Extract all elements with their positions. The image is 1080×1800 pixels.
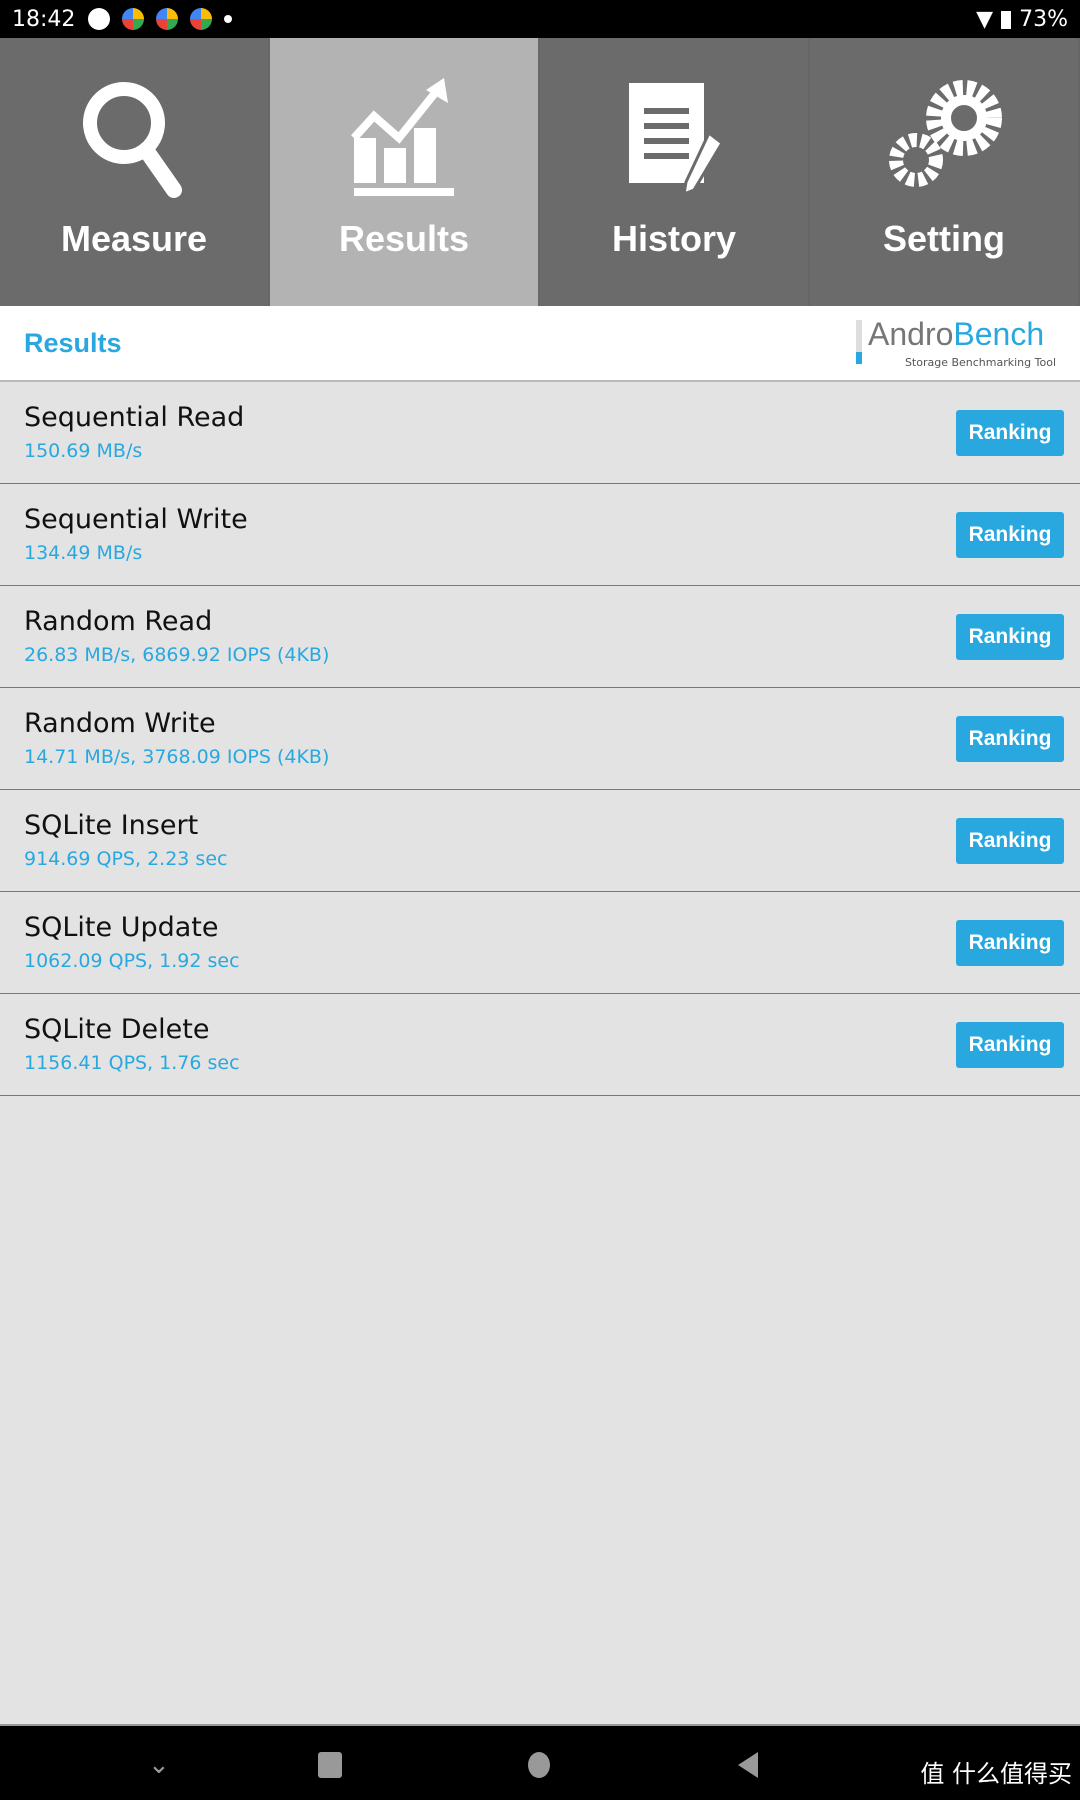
- result-value: 14.71 MB/s, 3768.09 IOPS (4KB): [24, 746, 330, 768]
- result-value: 150.69 MB/s: [24, 440, 143, 462]
- gear-icon: [889, 80, 1002, 187]
- clock: 18:42: [12, 7, 76, 32]
- ranking-button[interactable]: Ranking: [956, 920, 1064, 966]
- app-icon: [156, 8, 178, 30]
- ranking-button[interactable]: Ranking: [956, 818, 1064, 864]
- app-icon: [190, 8, 212, 30]
- result-value: 134.49 MB/s: [24, 542, 143, 564]
- result-value: 1156.41 QPS, 1.76 sec: [24, 1052, 240, 1074]
- result-row: SQLite Delete 1156.41 QPS, 1.76 sec Rankin…: [0, 994, 1080, 1096]
- battery-icon: [1001, 10, 1012, 29]
- result-name: Random Write: [24, 708, 216, 739]
- tab-results[interactable]: Results: [270, 38, 540, 306]
- tab-label: History: [611, 218, 737, 259]
- tab-label: Results: [338, 218, 470, 259]
- logo-tagline: Storage Benchmarking Tool: [904, 356, 1056, 369]
- app-icon: [122, 8, 144, 30]
- ranking-button[interactable]: Ranking: [956, 716, 1064, 762]
- result-name: SQLite Delete: [24, 1014, 210, 1045]
- tab-history[interactable]: History: [540, 38, 810, 306]
- chart-icon: [351, 78, 454, 196]
- result-row: Sequential Write 134.49 MB/s Ranking: [0, 484, 1080, 586]
- watermark: 值 什么值得买: [920, 1760, 1072, 1788]
- home-icon[interactable]: [528, 1752, 550, 1778]
- page-title: Results: [24, 328, 122, 358]
- tab-measure[interactable]: Measure: [0, 38, 270, 306]
- result-value: 26.83 MB/s, 6869.92 IOPS (4KB): [24, 644, 330, 666]
- result-row: SQLite Insert 914.69 QPS, 2.23 sec Ranking: [0, 790, 1080, 892]
- recents-icon[interactable]: [318, 1752, 342, 1778]
- logo-text: Bench: [953, 316, 1045, 352]
- status-bar: 18:42 ▼ 73%: [0, 0, 1080, 38]
- ranking-button[interactable]: Ranking: [956, 1022, 1064, 1068]
- more-dot-icon: [224, 15, 232, 23]
- result-row: SQLite Update 1062.09 QPS, 1.92 sec Rankin…: [0, 892, 1080, 994]
- androbench-logo: AndroBench Storage Benchmarking Tool: [856, 316, 1056, 372]
- wifi-icon: ▼: [976, 7, 994, 32]
- ranking-button[interactable]: Ranking: [956, 410, 1064, 456]
- results-header: Results AndroBench Storage Benchmarking …: [0, 306, 1080, 382]
- tab-setting[interactable]: Setting: [810, 38, 1080, 306]
- result-row: Sequential Read 150.69 MB/s Ranking: [0, 382, 1080, 484]
- tab-label: Measure: [60, 218, 208, 259]
- result-name: Random Read: [24, 606, 213, 637]
- chevron-down-icon[interactable]: ⌄: [148, 1750, 170, 1780]
- battery-level: 73%: [1019, 7, 1068, 32]
- result-row: Random Read 26.83 MB/s, 6869.92 IOPS (4KB…: [0, 586, 1080, 688]
- result-name: SQLite Update: [24, 912, 219, 943]
- result-name: Sequential Write: [24, 504, 248, 535]
- tab-label: Setting: [883, 218, 1005, 259]
- back-icon[interactable]: [738, 1752, 758, 1778]
- result-name: SQLite Insert: [24, 810, 199, 841]
- ranking-button[interactable]: Ranking: [956, 512, 1064, 558]
- result-name: Sequential Read: [24, 402, 245, 433]
- notification-icons: [88, 8, 232, 30]
- tab-bar: Measure Results History Setting: [0, 38, 1080, 306]
- logo-text: Andro: [868, 316, 954, 352]
- ranking-button[interactable]: Ranking: [956, 614, 1064, 660]
- search-icon: [83, 82, 182, 198]
- result-value: 914.69 QPS, 2.23 sec: [24, 848, 228, 870]
- navigation-bar: ⌄ 值 什么值得买: [0, 1724, 1080, 1800]
- result-row: Random Write 14.71 MB/s, 3768.09 IOPS (4K…: [0, 688, 1080, 790]
- globe-icon: [88, 8, 110, 30]
- document-icon: [629, 83, 724, 197]
- result-value: 1062.09 QPS, 1.92 sec: [24, 950, 240, 972]
